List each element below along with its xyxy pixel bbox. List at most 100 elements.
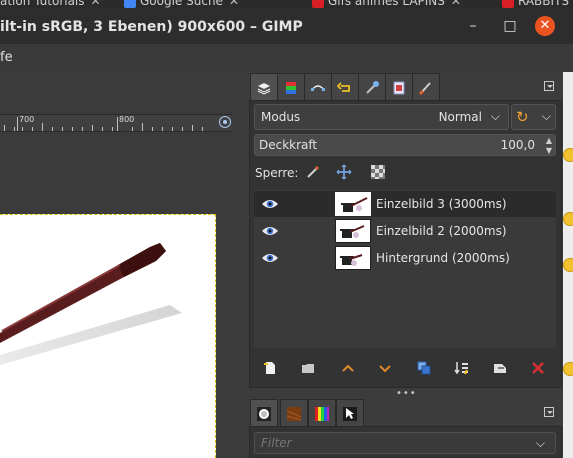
dock-menu-icon[interactable]	[544, 407, 554, 417]
canvas-header	[0, 72, 247, 114]
channels-icon	[286, 81, 296, 94]
close-tab-icon[interactable]: ✕	[91, 0, 101, 8]
ruler-tick	[92, 125, 93, 131]
ruler-tick	[42, 123, 43, 131]
patterns-tab[interactable]	[280, 399, 308, 427]
close-tab-icon[interactable]: ✕	[229, 0, 239, 8]
menubar: fe	[0, 44, 573, 72]
filter-combo[interactable]: ⌵	[254, 432, 556, 454]
layer-thumbnail	[335, 219, 371, 243]
brushes-icon	[418, 81, 431, 95]
browser-tab-strip: ation Tutorials ✕ Google Suche ✕ Gifs anim…	[0, 0, 573, 8]
horizontal-ruler[interactable]: 700 800	[0, 114, 232, 132]
ruler-tick	[117, 117, 118, 131]
navigate-icon[interactable]	[219, 116, 231, 128]
image-canvas[interactable]	[0, 214, 216, 458]
tool-options-tab[interactable]	[358, 73, 386, 101]
dock-separator-grip[interactable]: •••	[396, 388, 417, 399]
eye-icon[interactable]	[261, 251, 279, 265]
delete-layer-button[interactable]	[526, 356, 550, 380]
filter-input[interactable]	[261, 436, 521, 450]
raise-layer-button[interactable]	[336, 356, 360, 380]
new-layer-group-icon	[302, 364, 314, 373]
browser-tab[interactable]: Gifs animes LAPINS ✕	[312, 0, 461, 8]
layer-name: Hintergrund (2000ms)	[376, 251, 510, 265]
layers-icon	[257, 82, 271, 95]
layers-tab[interactable]	[250, 73, 278, 101]
duplicate-layer-icon	[417, 361, 431, 375]
layer-buttons	[254, 356, 556, 380]
wand-tip	[118, 243, 166, 277]
chevron-down-icon: ⌵	[490, 109, 500, 123]
smiley-icon	[563, 148, 573, 162]
maximize-button[interactable]: □	[501, 17, 519, 35]
mode-label: Modus	[261, 110, 301, 124]
minimize-button[interactable]: –	[464, 17, 482, 35]
opacity-field[interactable]: Deckkraft 100,0 ▲ ▼	[254, 134, 556, 156]
close-button[interactable]: ✕	[535, 16, 555, 36]
brushes-icon	[257, 406, 271, 421]
new-layer-icon	[264, 362, 275, 374]
ruler-tick	[17, 117, 18, 131]
smiley-icon	[563, 212, 573, 226]
ruler-tick	[62, 127, 63, 131]
chevron-down-icon: ⌵	[541, 109, 551, 123]
smiley-icon	[563, 362, 573, 376]
ruler-tick	[4, 125, 5, 131]
layer-list[interactable]: Einzelbild 3 (3000ms) Einzelbild 2 (2000…	[254, 190, 556, 348]
brushes-tab[interactable]	[250, 399, 278, 427]
browser-tab-label: Google Suche	[140, 0, 223, 8]
lock-alpha-icon[interactable]	[370, 164, 386, 180]
menu-help[interactable]: fe	[0, 50, 13, 65]
new-layer-group-button[interactable]	[296, 356, 320, 380]
layer-name: Einzelbild 2 (2000ms)	[376, 224, 507, 238]
layer-thumbnail	[335, 246, 371, 270]
paths-tab[interactable]	[304, 73, 332, 101]
ruler-tick	[162, 127, 163, 131]
lower-layer-icon	[379, 365, 391, 373]
lower-layer-button[interactable]	[373, 356, 397, 380]
raise-layer-icon	[342, 364, 354, 372]
layer-row[interactable]: Einzelbild 2 (2000ms)	[254, 218, 556, 244]
wand-shadow	[0, 305, 182, 365]
ruler-tick	[112, 127, 113, 131]
brushes-tab[interactable]	[412, 73, 440, 101]
images-tab[interactable]	[385, 73, 413, 101]
smiley-icon	[563, 258, 573, 272]
duplicate-layer-button[interactable]	[412, 356, 436, 380]
pointer-tab[interactable]	[336, 399, 364, 427]
images-icon	[393, 81, 405, 94]
browser-tab[interactable]: Google Suche ✕	[124, 0, 239, 8]
lock-pixels-icon[interactable]	[305, 164, 321, 180]
vertical-scrollbar[interactable]	[232, 114, 247, 458]
browser-tab[interactable]: RABBITS	[502, 0, 569, 8]
layer-row[interactable]: Einzelbild 3 (3000ms)	[254, 191, 556, 217]
eye-icon[interactable]	[261, 197, 279, 211]
spin-up-icon[interactable]: ▲	[546, 136, 552, 145]
mode-reset-button[interactable]: ↻ ⌵	[511, 104, 556, 130]
new-layer-button[interactable]	[258, 356, 282, 380]
browser-tab-label: RABBITS	[518, 0, 570, 8]
mode-selector[interactable]: Modus Normal ⌵	[254, 104, 509, 130]
anchor-layer-button[interactable]	[488, 356, 512, 380]
patterns-icon	[286, 406, 302, 421]
layer-row[interactable]: Hintergrund (2000ms)	[254, 245, 556, 271]
ruler-tick	[14, 127, 15, 131]
spin-down-icon[interactable]: ▼	[546, 146, 552, 155]
lock-position-icon[interactable]	[336, 164, 352, 180]
anchor-layer-icon	[494, 364, 506, 373]
paths-icon	[311, 84, 325, 91]
ruler-tick	[132, 127, 133, 131]
background-window-edge	[563, 72, 573, 458]
channels-tab[interactable]	[277, 73, 305, 101]
merge-down-button[interactable]	[450, 356, 474, 380]
eye-icon[interactable]	[261, 224, 279, 238]
reset-icon: ↻	[516, 108, 529, 126]
undo-history-tab[interactable]	[331, 73, 359, 101]
opacity-label: Deckkraft	[259, 138, 318, 152]
ruler-tick	[182, 127, 183, 131]
dock-menu-icon[interactable]	[544, 81, 554, 91]
browser-tab[interactable]: ation Tutorials ✕	[0, 0, 101, 8]
gradients-tab[interactable]	[308, 399, 336, 427]
close-tab-icon[interactable]: ✕	[451, 0, 461, 8]
